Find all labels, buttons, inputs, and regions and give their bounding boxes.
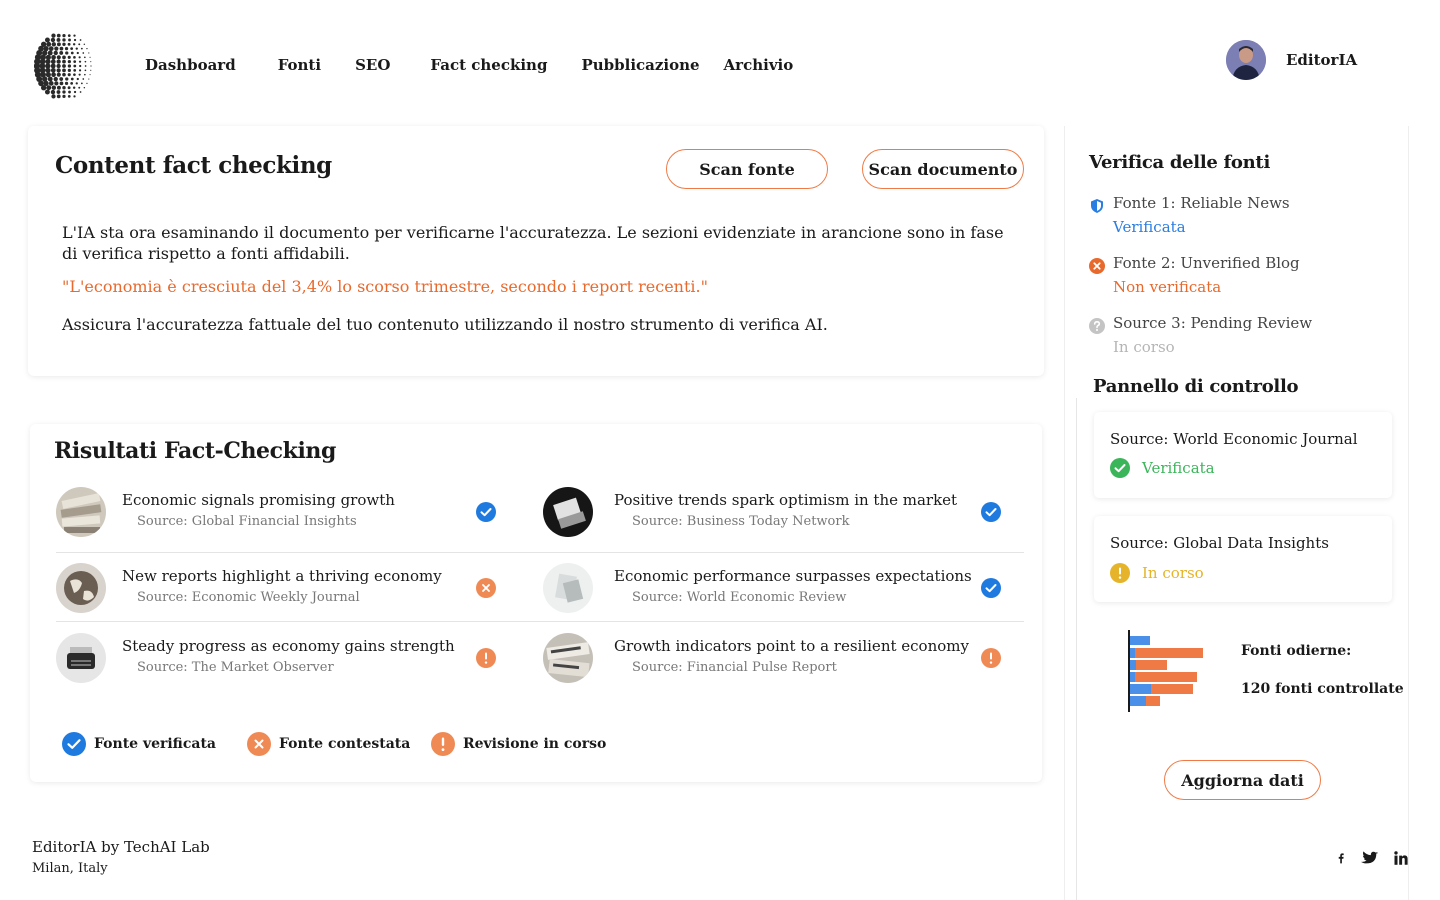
panel-divider xyxy=(1076,398,1077,900)
source-name: Fonte 1: Reliable News xyxy=(1113,194,1290,212)
review-icon xyxy=(431,732,455,756)
result-source: Source: Global Financial Insights xyxy=(137,514,357,529)
avatar[interactable] xyxy=(1226,40,1266,80)
legend-contested: Fonte contestata xyxy=(247,732,410,756)
main-nav: Dashboard Fonti SEO Fact checking Pubbli… xyxy=(145,56,793,74)
warning-circle-icon xyxy=(1110,563,1130,583)
result-title: Steady progress as economy gains strengt… xyxy=(122,637,455,655)
contested-icon xyxy=(476,578,496,598)
result-source: Source: World Economic Review xyxy=(632,590,847,605)
result-item[interactable]: Economic signals promising growth Source… xyxy=(56,487,496,547)
panel-source-status: Verificata xyxy=(1110,458,1215,478)
result-source: Source: Economic Weekly Journal xyxy=(137,590,360,605)
today-sources-label: Fonti odierne: xyxy=(1241,643,1352,659)
legend-contested-label: Fonte contestata xyxy=(279,736,411,752)
result-item[interactable]: New reports highlight a thriving economy… xyxy=(56,563,496,623)
row-divider xyxy=(56,621,1024,622)
results-card: Risultati Fact-Checking Economic signals… xyxy=(30,424,1042,782)
result-title: Positive trends spark optimism in the ma… xyxy=(614,491,958,509)
today-sources-count: 120 fonti controllate xyxy=(1241,681,1404,697)
twitter-icon[interactable] xyxy=(1361,851,1378,866)
scan-document-button[interactable]: Scan documento xyxy=(862,149,1024,189)
verify-sources-title: Verifica delle fonti xyxy=(1089,152,1270,173)
verified-icon xyxy=(981,502,1001,522)
nav-archivio[interactable]: Archivio xyxy=(724,56,794,74)
facebook-icon[interactable] xyxy=(1337,851,1345,865)
result-title: Growth indicators point to a resilient e… xyxy=(614,637,969,655)
panel-source-card[interactable]: Source: World Economic Journal Verificat… xyxy=(1094,412,1392,498)
right-sidebar: Verifica delle fonti Fonte 1: Reliable N… xyxy=(1064,126,1409,900)
error-icon xyxy=(1089,258,1105,274)
laptop-desk-icon xyxy=(543,487,593,537)
panel-status-label: Verificata xyxy=(1142,459,1215,477)
nav-dashboard[interactable]: Dashboard xyxy=(145,56,236,74)
legend-verified: Fonte verificata xyxy=(62,732,216,756)
panel-source-name: Source: Global Data Insights xyxy=(1110,534,1329,552)
nav-fonti[interactable]: Fonti xyxy=(278,56,321,74)
result-source: Source: Financial Pulse Report xyxy=(632,660,837,675)
footer-location: Milan, Italy xyxy=(32,861,108,876)
result-item[interactable]: Growth indicators point to a resilient e… xyxy=(543,633,1023,693)
legend-verified-label: Fonte verificata xyxy=(94,736,216,752)
typewriter-icon xyxy=(56,633,106,683)
check-circle-icon xyxy=(1110,458,1130,478)
control-panel-title: Pannello di controllo xyxy=(1093,376,1299,397)
user-name[interactable]: EditorIA xyxy=(1286,51,1357,69)
help-icon xyxy=(1089,318,1105,334)
logo[interactable] xyxy=(33,30,94,102)
panel-source-status: In corso xyxy=(1110,563,1204,583)
source-status: Verificata xyxy=(1113,218,1186,236)
result-item[interactable]: Economic performance surpasses expectati… xyxy=(543,563,1023,623)
result-source: Source: Business Today Network xyxy=(632,514,850,529)
result-source: Source: The Market Observer xyxy=(137,660,334,675)
newspaper-icon xyxy=(543,633,593,683)
content-check-title: Content fact checking xyxy=(55,152,332,179)
results-title: Risultati Fact-Checking xyxy=(54,438,337,464)
footer-brand: EditorIA by TechAI Lab xyxy=(32,838,210,856)
nav-pubblicazione[interactable]: Pubblicazione xyxy=(581,56,699,74)
newspaper-stack-icon xyxy=(56,487,106,537)
content-fact-checking-card: Content fact checking Scan fonte Scan do… xyxy=(28,126,1044,376)
document-icon xyxy=(543,563,593,613)
shield-icon xyxy=(1091,199,1103,213)
result-title: Economic signals promising growth xyxy=(122,491,395,509)
review-icon xyxy=(981,648,1001,668)
update-data-button[interactable]: Aggiorna dati xyxy=(1164,760,1321,800)
source-name: Source 3: Pending Review xyxy=(1113,314,1313,332)
linkedin-icon[interactable] xyxy=(1394,851,1408,865)
result-item[interactable]: Steady progress as economy gains strengt… xyxy=(56,633,496,693)
legend-review-label: Revisione in corso xyxy=(463,736,607,752)
source-status: Non verificata xyxy=(1113,278,1222,296)
source-name: Fonte 2: Unverified Blog xyxy=(1113,254,1300,272)
result-item[interactable]: Positive trends spark optimism in the ma… xyxy=(543,487,1023,547)
legend-review: Revisione in corso xyxy=(431,732,606,756)
review-icon xyxy=(476,648,496,668)
highlighted-claim[interactable]: "L'economia è cresciuta del 3,4% lo scor… xyxy=(62,277,708,296)
globe-icon xyxy=(56,563,106,613)
nav-fact-checking[interactable]: Fact checking xyxy=(430,56,547,74)
nav-seo[interactable]: SEO xyxy=(355,56,390,74)
contested-icon xyxy=(247,732,271,756)
closing-paragraph: Assicura l'accuratezza fattuale del tuo … xyxy=(62,315,828,334)
user-menu[interactable]: EditorIA xyxy=(1226,40,1357,80)
sources-mini-chart xyxy=(1128,630,1208,714)
result-title: New reports highlight a thriving economy xyxy=(122,567,442,585)
result-title: Economic performance surpasses expectati… xyxy=(614,567,972,585)
verified-icon xyxy=(62,732,86,756)
source-status: In corso xyxy=(1113,338,1175,356)
panel-source-card[interactable]: Source: Global Data Insights In corso xyxy=(1094,516,1392,602)
verified-icon xyxy=(981,578,1001,598)
scan-source-button[interactable]: Scan fonte xyxy=(666,149,828,189)
verified-icon xyxy=(476,502,496,522)
analysis-paragraph: L'IA sta ora esaminando il documento per… xyxy=(62,223,1004,263)
row-divider xyxy=(56,552,1024,553)
panel-status-label: In corso xyxy=(1142,564,1204,582)
panel-source-name: Source: World Economic Journal xyxy=(1110,430,1358,448)
